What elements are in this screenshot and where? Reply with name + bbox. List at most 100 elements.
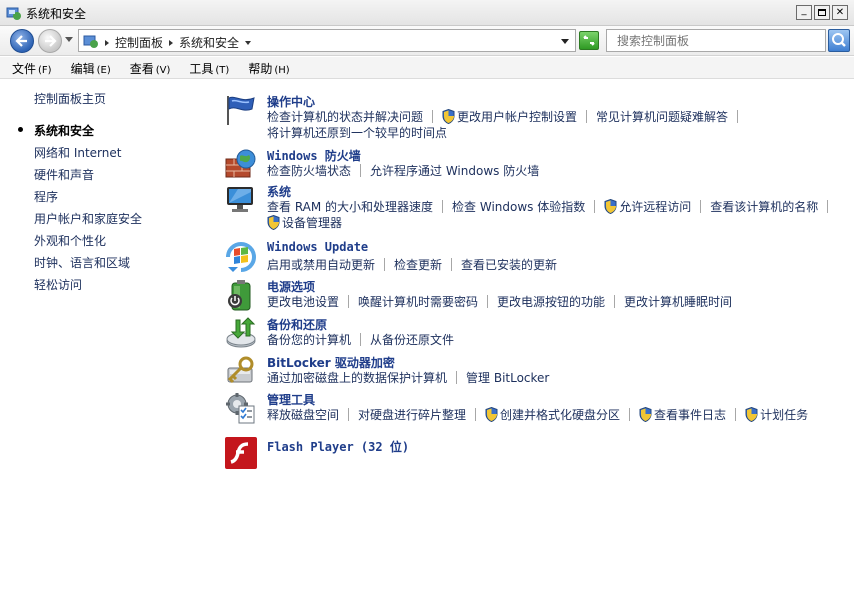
link-separator: [384, 258, 386, 271]
link-event-log[interactable]: 查看事件日志: [654, 408, 726, 422]
link-sleep-time[interactable]: 更改计算机睡眠时间: [624, 295, 732, 309]
link-computer-name[interactable]: 查看该计算机的名称: [710, 200, 818, 214]
firewall-icon: [225, 149, 256, 178]
link-auto-update[interactable]: 启用或禁用自动更新: [267, 258, 375, 272]
link-power-button[interactable]: 更改电源按钮的功能: [497, 295, 605, 309]
nav-clock-language[interactable]: 时钟、语言和区域: [34, 254, 130, 271]
left-nav: 控制面板主页 系统和安全 网络和 Internet 硬件和声音 程序 用户帐户和…: [0, 80, 210, 600]
crumb-separator[interactable]: [245, 40, 252, 45]
uac-shield-icon: [745, 407, 758, 422]
link-separator: [432, 110, 434, 123]
nav-hardware-sound[interactable]: 硬件和声音: [34, 166, 94, 183]
menu-edit[interactable]: 编辑 (E): [59, 57, 118, 78]
uac-shield-icon: [604, 199, 617, 214]
crumb-system-security[interactable]: 系统和安全: [179, 34, 239, 51]
link-scheduled-tasks[interactable]: 计划任务: [760, 408, 808, 422]
uac-shield-icon: [485, 407, 498, 422]
search-button[interactable]: [828, 29, 850, 52]
link-separator: [614, 295, 616, 308]
menu-file[interactable]: 文件 (F): [0, 57, 59, 78]
nav-programs[interactable]: 程序: [34, 188, 58, 205]
crumb-control-panel[interactable]: 控制面板: [115, 34, 163, 51]
link-backup-computer[interactable]: 备份您的计算机: [267, 333, 351, 347]
admin-tools-icon: [226, 393, 255, 424]
link-troubleshoot[interactable]: 常见计算机问题疑难解答: [596, 110, 728, 124]
link-allow-program[interactable]: 允许程序通过 Windows 防火墙: [370, 164, 539, 178]
refresh-icon: [583, 35, 595, 46]
link-separator: [827, 200, 829, 213]
title-bar: 系统和安全 _ ✕: [0, 0, 854, 26]
minimize-button[interactable]: _: [796, 5, 812, 20]
crumb-separator[interactable]: [105, 39, 109, 46]
link-separator: [700, 200, 702, 213]
nav-appearance[interactable]: 外观和个性化: [34, 232, 106, 249]
recent-pages-dropdown[interactable]: [65, 37, 73, 42]
forward-arrow-icon: [45, 35, 57, 47]
link-separator: [348, 295, 350, 308]
breadcrumb[interactable]: 控制面板 系统和安全: [78, 29, 576, 52]
forward-button[interactable]: [38, 29, 62, 53]
action-center-flag-icon: [227, 96, 255, 125]
link-separator: [451, 258, 453, 271]
link-separator: [487, 295, 489, 308]
nav-user-accounts[interactable]: 用户帐户和家庭安全: [34, 210, 142, 227]
back-button[interactable]: [10, 29, 34, 53]
nav-system-security[interactable]: 系统和安全: [34, 122, 94, 139]
link-system-restore[interactable]: 将计算机还原到一个较早的时间点: [267, 126, 447, 140]
back-arrow-icon: [15, 35, 27, 47]
link-device-manager[interactable]: 设备管理器: [282, 216, 342, 230]
current-bullet: [18, 127, 23, 132]
uac-shield-icon: [442, 109, 455, 124]
link-check-firewall[interactable]: 检查防火墙状态: [267, 164, 351, 178]
windows-update-title[interactable]: Windows Update: [267, 240, 368, 254]
maximize-button[interactable]: [814, 5, 830, 20]
link-check-status[interactable]: 检查计算机的状态并解决问题: [267, 110, 423, 124]
link-encrypt-disk[interactable]: 通过加密磁盘上的数据保护计算机: [267, 371, 447, 385]
link-separator: [735, 408, 737, 421]
uac-shield-icon: [639, 407, 652, 422]
search-icon: [832, 33, 846, 47]
window-title: 系统和安全: [26, 7, 87, 21]
uac-shield-icon: [267, 215, 280, 230]
control-panel-icon: [83, 35, 98, 48]
link-manage-bitlocker[interactable]: 管理 BitLocker: [466, 371, 549, 385]
link-installed-updates[interactable]: 查看已安装的更新: [461, 258, 557, 272]
link-separator: [629, 408, 631, 421]
refresh-button[interactable]: [579, 31, 599, 50]
link-separator: [360, 333, 362, 346]
backup-restore-icon: [226, 317, 256, 348]
power-battery-icon: [228, 280, 251, 311]
system-computer-icon: [227, 187, 253, 212]
link-free-disk-space[interactable]: 释放磁盘空间: [267, 408, 339, 422]
link-battery-settings[interactable]: 更改电池设置: [267, 295, 339, 309]
control-panel-icon: [6, 7, 21, 20]
link-separator: [737, 110, 739, 123]
link-separator: [475, 408, 477, 421]
crumb-separator[interactable]: [169, 39, 174, 46]
nav-ease-of-access[interactable]: 轻松访问: [34, 276, 82, 293]
link-defragment[interactable]: 对硬盘进行碎片整理: [358, 408, 466, 422]
address-bar: 控制面板 系统和安全: [0, 26, 854, 56]
search-input[interactable]: [607, 30, 825, 51]
link-experience-index[interactable]: 检查 Windows 体验指数: [452, 200, 585, 214]
link-check-updates[interactable]: 检查更新: [394, 258, 442, 272]
link-wake-password[interactable]: 唤醒计算机时需要密码: [358, 295, 478, 309]
link-separator: [348, 408, 350, 421]
address-dropdown[interactable]: [561, 39, 569, 44]
link-remote-access[interactable]: 允许远程访问: [619, 200, 691, 214]
link-restore-files[interactable]: 从备份还原文件: [370, 333, 454, 347]
link-uac-settings[interactable]: 更改用户帐户控制设置: [457, 110, 577, 124]
link-create-partition[interactable]: 创建并格式化硬盘分区: [500, 408, 620, 422]
menu-bar: 文件 (F) 编辑 (E) 查看 (V) 工具 (T) 帮助 (H): [0, 57, 854, 79]
flash-player-icon: [225, 437, 257, 469]
link-separator: [586, 110, 588, 123]
nav-control-panel-home[interactable]: 控制面板主页: [34, 90, 106, 107]
nav-network-internet[interactable]: 网络和 Internet: [34, 144, 121, 161]
close-button[interactable]: ✕: [832, 5, 848, 20]
menu-tools[interactable]: 工具 (T): [177, 57, 236, 78]
search-box[interactable]: [606, 29, 826, 52]
flash-title[interactable]: Flash Player (32 位): [267, 438, 409, 455]
menu-help[interactable]: 帮助 (H): [236, 57, 296, 78]
link-view-ram[interactable]: 查看 RAM 的大小和处理器速度: [267, 200, 433, 214]
menu-view[interactable]: 查看 (V): [118, 57, 178, 78]
